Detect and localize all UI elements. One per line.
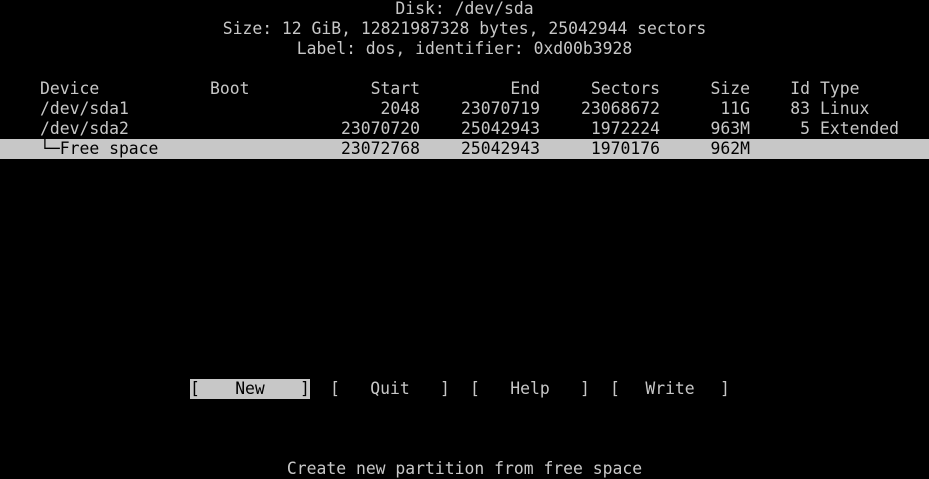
row-id: 83 (790, 99, 810, 118)
column-header-device: Device (40, 79, 100, 98)
open-bracket: [ (470, 379, 480, 398)
write-button[interactable]: [ Write ] (610, 379, 730, 399)
new-button-label: New (235, 379, 265, 398)
open-bracket: [ (610, 379, 620, 398)
row-type: Extended (820, 119, 899, 138)
row-end: 23070719 (461, 99, 540, 118)
row-start: 2048 (380, 99, 420, 118)
column-header-boot: Boot (210, 79, 250, 98)
row-size: 11G (720, 99, 750, 118)
disk-size-info: Size: 12 GiB, 12821987328 bytes, 2504294… (222, 19, 707, 38)
help-button-label: Help (510, 379, 550, 398)
column-header-start: Start (370, 79, 420, 98)
column-header-end: End (510, 79, 540, 98)
row-end: 25042943 (461, 119, 540, 138)
table-row-free-space[interactable]: >> └─Free space 23072768 25042943 197017… (0, 139, 929, 178)
write-button-label: Write (645, 379, 695, 398)
row-device: /dev/sda1 (40, 99, 129, 118)
row-id: 5 (800, 119, 810, 138)
column-header-id: Id (790, 79, 810, 98)
row-type: Linux (820, 99, 870, 118)
column-header-type: Type (820, 79, 860, 98)
close-bracket: ] (580, 379, 590, 398)
open-bracket: [ (190, 379, 200, 398)
row-start: 23070720 (341, 119, 420, 138)
close-bracket: ] (440, 379, 450, 398)
disk-label-info: Label: dos, identifier: 0xd00b3928 (296, 39, 633, 58)
row-sectors: 1972224 (590, 119, 660, 138)
row-sectors: 23068672 (581, 99, 660, 118)
row-end: 25042943 (461, 139, 540, 158)
row-size: 963M (710, 119, 750, 138)
row-size: 962M (710, 139, 750, 158)
table-header: Device Boot Start End Sectors Size Id Ty… (0, 79, 929, 99)
row-id (770, 139, 810, 159)
quit-button[interactable]: [ Quit ] (330, 379, 450, 399)
disk-title: Disk: /dev/sda (395, 0, 534, 18)
table-row-sda2[interactable]: /dev/sda2 23070720 25042943 1972224 963M… (0, 119, 929, 139)
column-header-size: Size (710, 79, 750, 98)
close-bracket: ] (720, 379, 730, 398)
row-start: 23072768 (341, 139, 420, 158)
open-bracket: [ (330, 379, 340, 398)
quit-button-label: Quit (370, 379, 410, 398)
new-button[interactable]: [ New ] (190, 379, 310, 399)
table-row-sda1[interactable]: /dev/sda1 2048 23070719 23068672 11G 83 … (0, 99, 929, 119)
row-device: └─Free space (40, 139, 159, 158)
row-device: /dev/sda2 (40, 119, 129, 138)
row-sectors: 1970176 (590, 139, 660, 158)
help-button[interactable]: [ Help ] (470, 379, 590, 399)
close-bracket: ] (300, 379, 310, 398)
selection-marker: >> (0, 159, 20, 178)
column-header-sectors: Sectors (590, 79, 660, 98)
status-hint: Create new partition from free space (286, 459, 643, 478)
